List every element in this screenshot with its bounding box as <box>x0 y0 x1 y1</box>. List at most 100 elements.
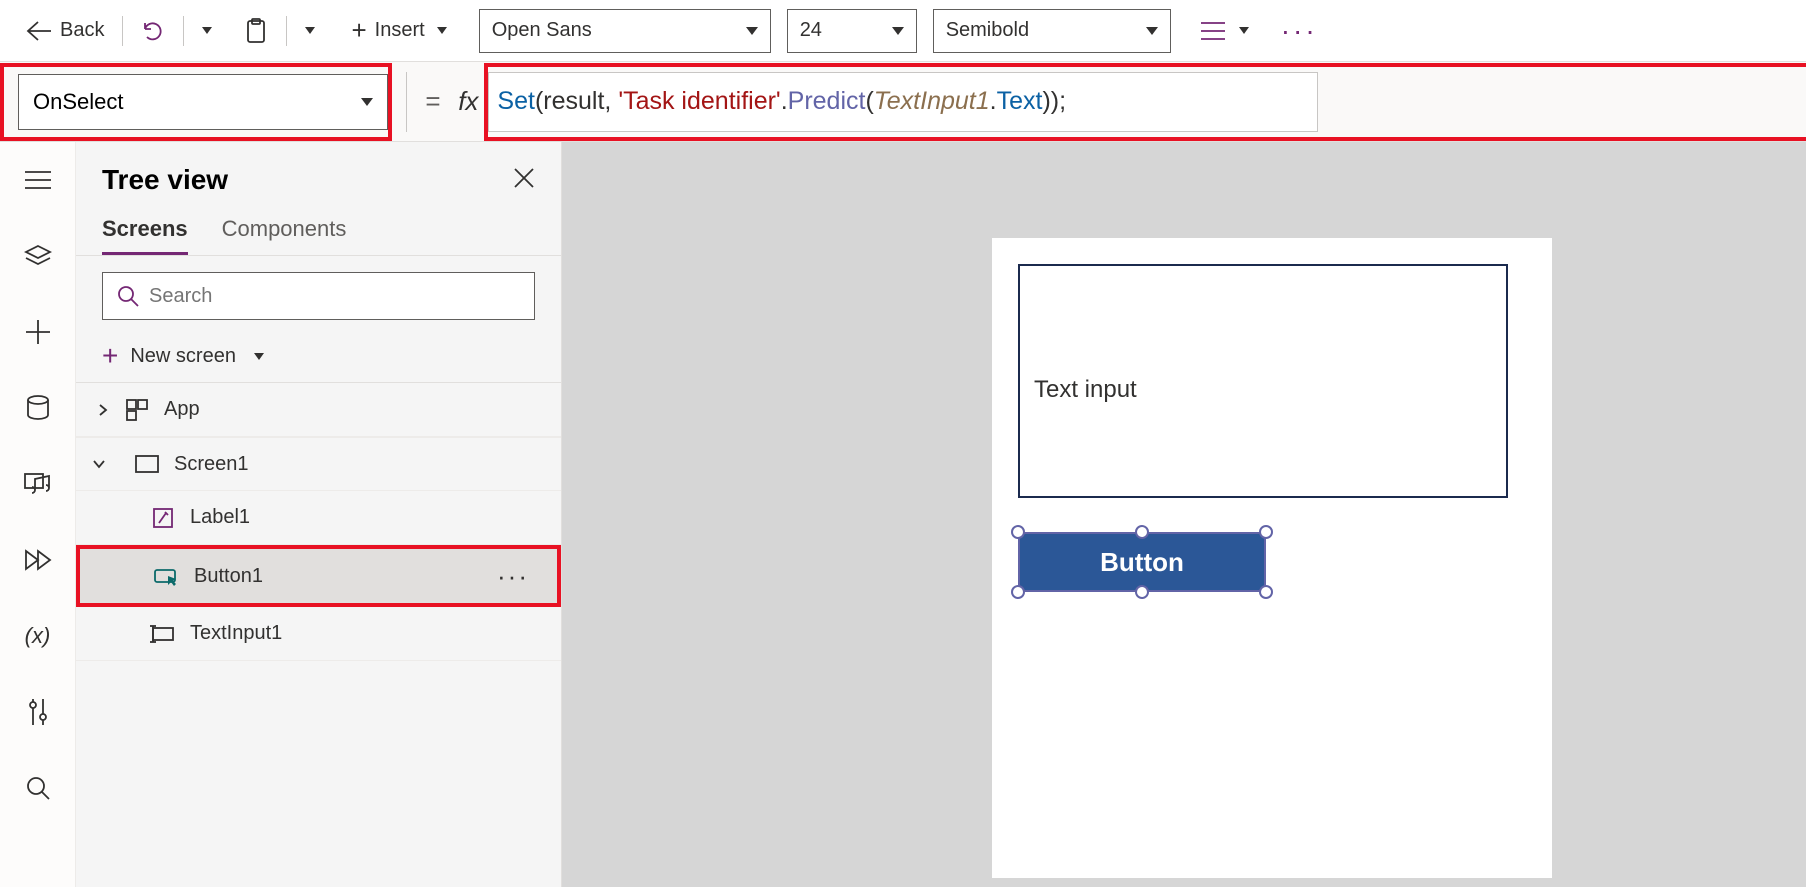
chevron-down-icon <box>254 353 264 360</box>
chevron-down-icon <box>361 98 373 106</box>
canvas-text-input[interactable]: Text input <box>1018 264 1508 498</box>
property-value: OnSelect <box>33 89 124 115</box>
close-panel-button[interactable] <box>513 165 535 196</box>
back-button[interactable]: Back <box>18 11 112 51</box>
tree-item-label: Screen1 <box>174 453 249 476</box>
search-icon <box>26 776 50 800</box>
chevron-down-icon <box>1239 27 1249 34</box>
undo-dropdown[interactable] <box>194 11 220 51</box>
tools-icon <box>27 699 49 725</box>
plus-icon: + <box>351 15 366 46</box>
selection-handle[interactable] <box>1011 585 1025 599</box>
tree-item-label: App <box>164 398 200 421</box>
align-button[interactable] <box>1193 11 1257 51</box>
canvas-button-label: Button <box>1100 547 1184 578</box>
textinput-icon <box>148 625 178 643</box>
paste-dropdown[interactable] <box>297 11 323 51</box>
tree-item-app[interactable]: App <box>76 383 561 437</box>
clipboard-icon <box>244 18 268 44</box>
chevron-down-icon <box>746 27 758 35</box>
app-icon <box>122 399 152 421</box>
canvas-button[interactable]: Button <box>1018 532 1266 592</box>
tools-rail-button[interactable] <box>18 692 58 732</box>
hamburger-button[interactable] <box>18 160 58 200</box>
tree-search[interactable] <box>102 272 535 320</box>
plus-icon <box>26 320 50 344</box>
tree-item-button1[interactable]: Button1 ··· <box>80 549 557 603</box>
separator <box>122 16 123 46</box>
chevron-down-icon <box>202 27 212 34</box>
back-label: Back <box>60 19 104 42</box>
layers-icon <box>24 244 52 268</box>
chevron-down-icon <box>892 27 904 35</box>
media-icon <box>24 473 52 495</box>
tree-item-button1-highlight: Button1 ··· <box>76 545 561 607</box>
search-rail-button[interactable] <box>18 768 58 808</box>
caret-right-icon <box>96 403 110 417</box>
separator <box>183 16 184 46</box>
main-area: (x) Tree view Screens Components + New s… <box>0 142 1806 887</box>
tree-tabs: Screens Components <box>76 202 561 256</box>
separator <box>286 16 287 46</box>
tree-item-screen1[interactable]: Screen1 <box>76 437 561 491</box>
database-icon <box>26 395 50 421</box>
property-selector-highlight: OnSelect <box>0 63 392 141</box>
artboard-screen1[interactable]: Text input Button <box>992 238 1552 878</box>
screen-icon <box>132 455 162 473</box>
close-icon <box>513 167 535 189</box>
canvas[interactable]: Text input Button <box>562 142 1806 887</box>
insert-button[interactable]: + Insert <box>343 11 454 51</box>
text-input-placeholder: Text input <box>1034 376 1137 403</box>
insert-label: Insert <box>375 19 425 42</box>
formula-input-highlight: Set(result, 'Task identifier'.Predict(Te… <box>484 63 1806 141</box>
selection-handle[interactable] <box>1135 525 1149 539</box>
tree-view-button[interactable] <box>18 236 58 276</box>
button-icon <box>152 566 182 586</box>
label-icon <box>148 507 178 529</box>
tab-components[interactable]: Components <box>222 216 347 255</box>
font-family-value: Open Sans <box>492 19 592 42</box>
left-rail: (x) <box>0 142 76 887</box>
equals-label: = <box>407 86 458 117</box>
arrow-left-icon <box>26 20 52 42</box>
tree-item-textinput1[interactable]: TextInput1 <box>76 607 561 661</box>
more-button[interactable]: ··· <box>1273 11 1326 51</box>
tree-item-label: Button1 <box>194 565 263 588</box>
fx-label: fx <box>458 86 478 117</box>
selection-handle[interactable] <box>1011 525 1025 539</box>
data-rail-button[interactable] <box>18 388 58 428</box>
selection-handle[interactable] <box>1259 525 1273 539</box>
tree-title: Tree view <box>102 164 228 196</box>
chevron-down-icon <box>437 27 447 34</box>
undo-icon <box>141 19 165 43</box>
tab-screens[interactable]: Screens <box>102 216 188 255</box>
font-family-select[interactable]: Open Sans <box>479 9 771 53</box>
search-input[interactable] <box>149 285 520 308</box>
hamburger-icon <box>25 170 51 190</box>
undo-button[interactable] <box>133 11 173 51</box>
tree-item-label1[interactable]: Label1 <box>76 491 561 545</box>
new-screen-button[interactable]: + New screen <box>76 330 561 383</box>
align-icon <box>1201 21 1225 41</box>
chevron-down-icon <box>305 27 315 34</box>
selection-handle[interactable] <box>1135 585 1149 599</box>
variables-rail-button[interactable]: (x) <box>18 616 58 656</box>
font-weight-value: Semibold <box>946 19 1029 42</box>
font-weight-select[interactable]: Semibold <box>933 9 1171 53</box>
media-rail-button[interactable] <box>18 464 58 504</box>
tree-item-more-button[interactable]: ··· <box>497 561 529 592</box>
font-size-value: 24 <box>800 19 822 42</box>
paste-button[interactable] <box>236 11 276 51</box>
plus-icon: + <box>102 340 118 372</box>
flows-rail-button[interactable] <box>18 540 58 580</box>
insert-rail-button[interactable] <box>18 312 58 352</box>
formula-bar: OnSelect = fx Set(result, 'Task identifi… <box>0 62 1806 142</box>
font-size-select[interactable]: 24 <box>787 9 917 53</box>
caret-down-icon <box>92 459 106 469</box>
selection-handle[interactable] <box>1259 585 1273 599</box>
formula-input[interactable]: Set(result, 'Task identifier'.Predict(Te… <box>488 72 1318 132</box>
variable-icon: (x) <box>25 623 51 649</box>
flows-icon <box>24 549 52 571</box>
property-selector[interactable]: OnSelect <box>18 74 388 130</box>
tree-item-label: TextInput1 <box>190 622 282 645</box>
